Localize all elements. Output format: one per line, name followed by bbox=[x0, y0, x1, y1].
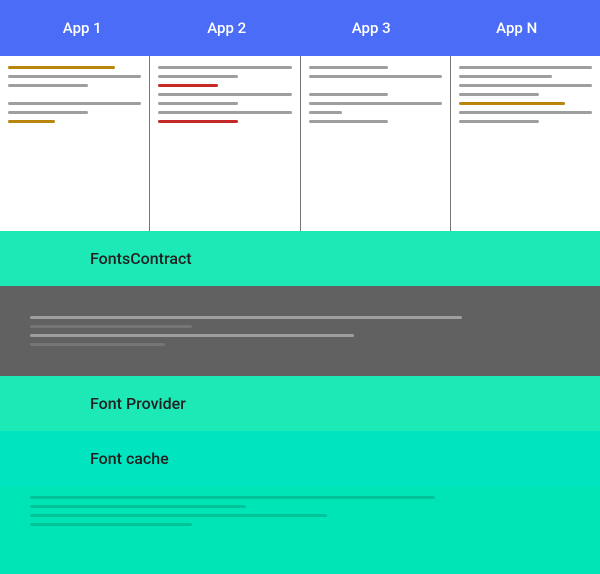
app-column-3 bbox=[301, 56, 451, 231]
coln-line5 bbox=[459, 102, 566, 105]
coln-line4 bbox=[459, 93, 539, 96]
mid-line2 bbox=[30, 325, 192, 328]
bottom-line4 bbox=[30, 523, 192, 526]
col2-line5 bbox=[158, 102, 238, 105]
mid-line1 bbox=[30, 316, 462, 319]
col2-line6 bbox=[158, 111, 291, 114]
col3-line1 bbox=[309, 66, 389, 69]
col3-line2 bbox=[309, 75, 442, 78]
col1-line2 bbox=[8, 75, 141, 78]
bottom-teal-section bbox=[0, 486, 600, 574]
coln-line6 bbox=[459, 111, 592, 114]
mid-line3 bbox=[30, 334, 354, 337]
col1-line3 bbox=[8, 84, 88, 87]
col2-line7 bbox=[158, 120, 238, 123]
app-column-n bbox=[451, 56, 600, 231]
coln-line1 bbox=[459, 66, 592, 69]
tab-app1[interactable]: App 1 bbox=[47, 11, 118, 45]
font-provider-section: Font Provider bbox=[0, 376, 600, 431]
bottom-line1 bbox=[30, 496, 435, 499]
middle-gray-section bbox=[0, 286, 600, 376]
font-cache-section: Font cache bbox=[0, 431, 600, 486]
col3-line5 bbox=[309, 102, 442, 105]
col1-line4 bbox=[8, 93, 75, 96]
col2-line1 bbox=[158, 66, 291, 69]
col2-line2 bbox=[158, 75, 238, 78]
col1-line5 bbox=[8, 102, 141, 105]
app-column-1 bbox=[0, 56, 150, 231]
bottom-line3 bbox=[30, 514, 327, 517]
coln-line3 bbox=[459, 84, 592, 87]
mid-line4 bbox=[30, 343, 165, 346]
app-column-2 bbox=[150, 56, 300, 231]
col2-line3 bbox=[158, 84, 218, 87]
coln-line7 bbox=[459, 120, 539, 123]
bottom-line2 bbox=[30, 505, 246, 508]
col3-line4 bbox=[309, 93, 389, 96]
coln-line2 bbox=[459, 75, 552, 78]
font-provider-label: Font Provider bbox=[90, 394, 186, 413]
col1-line1 bbox=[8, 66, 115, 69]
col3-line7 bbox=[309, 120, 389, 123]
diagram-area: FontsContract Font Provider Font cache bbox=[0, 56, 600, 574]
tab-appn[interactable]: App N bbox=[480, 11, 553, 45]
app-columns-layer bbox=[0, 56, 600, 231]
col1-line6 bbox=[8, 111, 88, 114]
col1-line7 bbox=[8, 120, 55, 123]
main-container: App 1 App 2 App 3 App N bbox=[0, 0, 600, 574]
tab-app2[interactable]: App 2 bbox=[191, 11, 262, 45]
app-bar: App 1 App 2 App 3 App N bbox=[0, 0, 600, 56]
fonts-contract-label: FontsContract bbox=[90, 249, 192, 268]
tab-app3[interactable]: App 3 bbox=[336, 11, 407, 45]
col2-line4 bbox=[158, 93, 291, 96]
fonts-contract-section: FontsContract bbox=[0, 231, 600, 286]
font-cache-label: Font cache bbox=[90, 449, 169, 468]
col3-line3 bbox=[309, 84, 376, 87]
col3-line6 bbox=[309, 111, 342, 114]
